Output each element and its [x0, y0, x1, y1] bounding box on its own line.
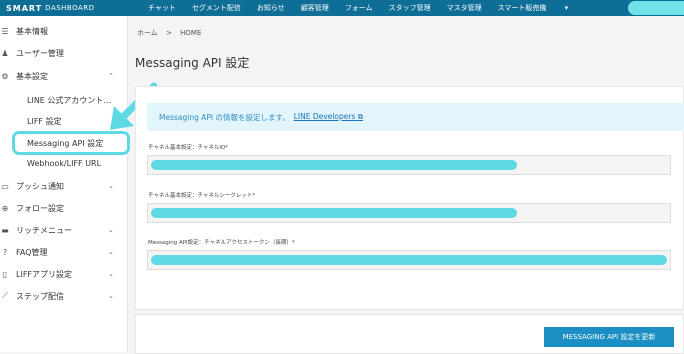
sidebar-subitem-liff[interactable]: LIFF 設定 [27, 116, 62, 127]
breadcrumb-current: HOME [180, 29, 202, 37]
step-icon: ⟋ [2, 291, 8, 300]
nav-segment[interactable]: セグメント配信 [192, 3, 241, 13]
sidebar-item-label: 基本情報 [16, 26, 48, 36]
sidebar-item-follow[interactable]: ⊕ フォロー設定 [0, 201, 128, 215]
line-developers-link[interactable]: LINE Developers ⧉ [294, 112, 363, 122]
sidebar-item-liff-app[interactable]: ▯ LIFFアプリ設定 ⌄ [0, 267, 128, 281]
breadcrumb: ホーム > HOME [137, 28, 201, 38]
menu-icon: ▬ [1, 225, 9, 235]
info-banner: Messaging API の情報を設定します。 LINE Developers… [147, 103, 684, 131]
sidebar: ☰ 基本情報 ♟ ユーザー管理 ⚙ 基本設定 ⌃ LINE 公式アカウント...… [0, 16, 128, 352]
sidebar-subitem-line-account[interactable]: LINE 公式アカウント... [27, 95, 111, 106]
sidebar-item-faq[interactable]: ? FAQ管理 ⌄ [0, 245, 128, 259]
chevron-down-icon: ⌄ [108, 226, 114, 234]
chevron-down-icon: ⌄ [108, 270, 114, 278]
users-icon: ♟ [1, 48, 9, 58]
breadcrumb-separator: > [166, 29, 172, 37]
sidebar-item-push[interactable]: ▭ プッシュ通知 ⌄ [0, 179, 128, 193]
follow-icon: ⊕ [1, 203, 9, 213]
chevron-down-icon: ⌄ [108, 248, 114, 256]
external-link-icon: ⧉ [357, 112, 364, 121]
nav-staff[interactable]: スタッフ管理 [389, 3, 431, 13]
sidebar-item-label: LIFFアプリ設定 [16, 269, 73, 279]
sidebar-item-basic-info[interactable]: ☰ 基本情報 [0, 24, 128, 38]
nav-master[interactable]: マスタ管理 [447, 3, 482, 13]
channel-secret-field[interactable] [147, 203, 671, 223]
breadcrumb-home[interactable]: ホーム [137, 29, 158, 37]
nav-news[interactable]: お知らせ [257, 3, 285, 13]
sidebar-item-label: ステップ配信 [16, 291, 64, 301]
gear-icon: ⚙ [1, 71, 9, 81]
access-token-label: Messaging API設定：チャネルアクセストークン（長期）* [148, 240, 295, 246]
chevron-down-icon: ⌄ [108, 182, 114, 190]
sidebar-item-label: ユーザー管理 [16, 48, 64, 58]
nav-forms[interactable]: フォーム [345, 3, 373, 13]
main-nav: チャット セグメント配信 お知らせ 顧客管理 フォーム スタッフ管理 マスタ管理… [148, 3, 600, 13]
caret-down-icon: ▾ [564, 4, 569, 12]
page-title: Messaging API 設定 [135, 56, 250, 70]
question-icon: ? [2, 247, 8, 257]
sidebar-subitem-webhook[interactable]: Webhook/LIFF URL [27, 159, 101, 168]
sidebar-item-basic-settings[interactable]: ⚙ 基本設定 ⌃ [0, 69, 128, 83]
account-area[interactable] [628, 1, 684, 15]
channel-id-label: チャネル基本設定：チャネルID* [148, 145, 228, 151]
app-icon: ▯ [2, 269, 8, 279]
nav-customers[interactable]: 顧客管理 [301, 3, 329, 13]
brand-logo[interactable]: SMART DASHBOARD [0, 4, 148, 13]
channel-id-field[interactable] [147, 155, 671, 175]
chevron-up-icon: ⌃ [108, 72, 114, 80]
redaction-mask [151, 208, 517, 218]
sidebar-item-users[interactable]: ♟ ユーザー管理 [0, 46, 128, 60]
sidebar-item-label: 基本設定 [16, 71, 48, 81]
action-card: MESSAGING API 設定を更新 [135, 314, 684, 354]
info-text: Messaging API の情報を設定します。 [159, 112, 290, 122]
top-navigation-bar: SMART DASHBOARD チャット セグメント配信 お知らせ 顧客管理 フ… [0, 0, 684, 16]
redaction-mask [151, 255, 667, 265]
sidebar-item-label: リッチメニュー [16, 225, 72, 235]
update-messaging-api-button[interactable]: MESSAGING API 設定を更新 [544, 327, 674, 347]
sidebar-item-label: フォロー設定 [16, 203, 64, 213]
bell-icon: ▭ [1, 181, 9, 191]
settings-card: Messaging API の情報を設定します。 LINE Developers… [135, 86, 684, 310]
chevron-down-icon: ⌄ [108, 292, 114, 300]
list-icon: ☰ [1, 26, 9, 36]
sidebar-item-label: FAQ管理 [16, 247, 48, 257]
brand-subtitle: DASHBOARD [45, 4, 95, 12]
sidebar-item-step[interactable]: ⟋ ステップ配信 ⌄ [0, 289, 128, 303]
redaction-mask [151, 160, 517, 170]
nav-chat[interactable]: チャット [148, 3, 176, 13]
brand-name: SMART [6, 3, 43, 13]
channel-secret-label: チャネル基本設定：チャネルシークレット* [148, 193, 256, 199]
sidebar-item-rich-menu[interactable]: ▬ リッチメニュー ⌄ [0, 223, 128, 237]
access-token-field[interactable] [147, 250, 671, 270]
nav-smart-vending[interactable]: スマート販売機 ▾ [498, 3, 585, 13]
main-content: ホーム > HOME Messaging API 設定 Messaging AP… [128, 16, 684, 354]
sidebar-item-label: プッシュ通知 [16, 181, 64, 191]
